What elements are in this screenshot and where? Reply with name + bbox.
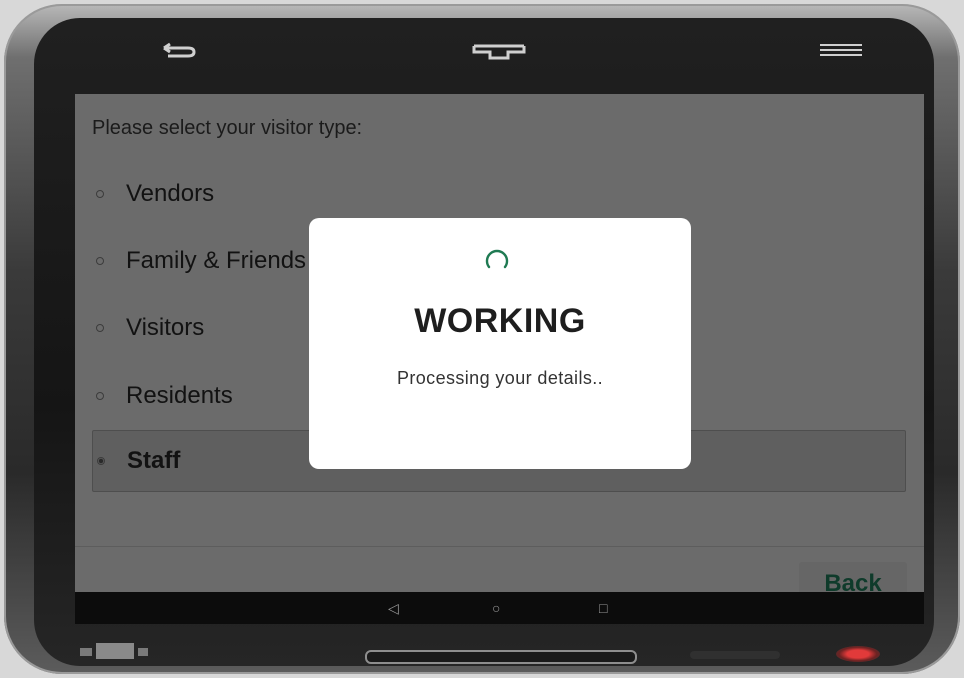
option-label: Visitors	[126, 314, 205, 341]
radio-button-checked[interactable]	[97, 457, 105, 465]
charging-port	[365, 650, 637, 664]
nav-recents-icon[interactable]: □	[599, 600, 607, 616]
loading-spinner-icon	[485, 249, 509, 269]
option-label: Staff	[127, 447, 181, 474]
radio-button[interactable]	[96, 392, 104, 400]
radio-button[interactable]	[96, 190, 104, 198]
status-led	[836, 646, 880, 662]
option-label: Vendors	[126, 180, 215, 207]
android-nav-bar: ◁ ○ □	[75, 592, 924, 624]
radio-button[interactable]	[96, 324, 104, 332]
option-label: Residents	[126, 382, 233, 409]
radio-button[interactable]	[96, 257, 104, 265]
speaker-grille-icon	[80, 643, 148, 659]
divider	[75, 546, 924, 547]
nav-home-icon[interactable]: ○	[492, 600, 500, 616]
option-vendors[interactable]: Vendors	[92, 166, 907, 222]
hardware-back-icon[interactable]	[158, 38, 204, 66]
option-label: Family & Friends	[126, 247, 307, 274]
sensor	[690, 651, 780, 659]
hardware-home-icon[interactable]	[470, 40, 528, 64]
hardware-menu-icon[interactable]	[820, 42, 862, 60]
visitor-type-prompt: Please select your visitor type:	[92, 117, 363, 139]
nav-back-icon[interactable]: ◁	[388, 600, 399, 617]
dialog-title: WORKING	[414, 302, 586, 340]
working-dialog: WORKING Processing your details..	[309, 218, 691, 469]
dialog-message: Processing your details..	[396, 368, 604, 388]
